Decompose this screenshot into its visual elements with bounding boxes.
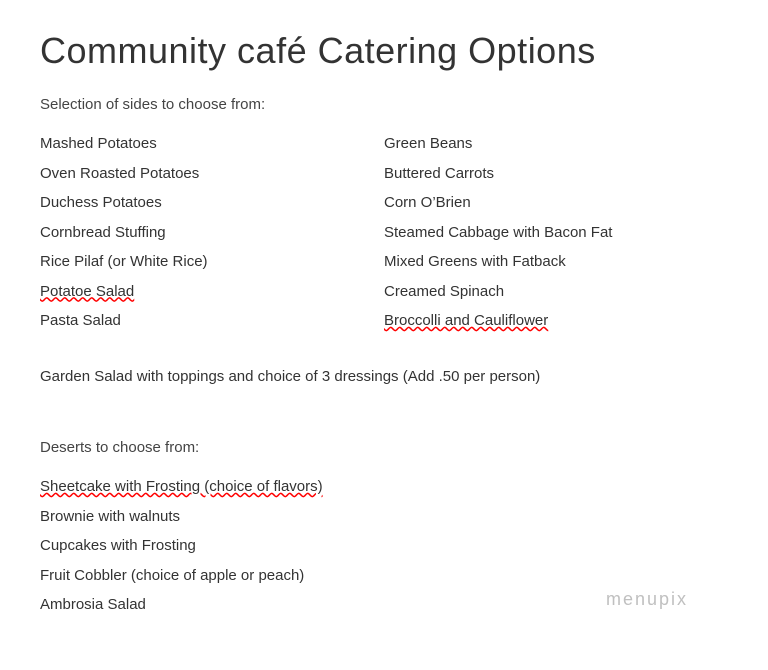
sides-left-item-4: Rice Pilaf (or White Rice) bbox=[40, 249, 384, 275]
page-container: Community café Catering Options Selectio… bbox=[0, 0, 768, 670]
sides-left-item-2: Duchess Potatoes bbox=[40, 190, 384, 216]
dessert-item-2: Cupcakes with Frosting bbox=[40, 533, 728, 559]
sides-left-item-0: Mashed Potatoes bbox=[40, 131, 384, 157]
sides-left-item-5: Potatoe Salad bbox=[40, 279, 384, 305]
dessert-item-3: Fruit Cobbler (choice of apple or peach) bbox=[40, 563, 728, 589]
page-title: Community café Catering Options bbox=[40, 30, 728, 72]
menupix-watermark: menupix bbox=[606, 589, 688, 610]
sides-right-item-0: Green Beans bbox=[384, 131, 728, 157]
sides-left-column: Mashed Potatoes Oven Roasted Potatoes Duch… bbox=[40, 131, 384, 334]
sides-right-item-6: Broccolli and Cauliflower bbox=[384, 308, 728, 334]
garden-salad-item: Garden Salad with toppings and choice of… bbox=[40, 364, 728, 390]
sides-left-item-3: Cornbread Stuffing bbox=[40, 220, 384, 246]
sides-right-column: Green Beans Buttered Carrots Corn O’Brien S… bbox=[384, 131, 728, 334]
sides-grid: Mashed Potatoes Oven Roasted Potatoes Duch… bbox=[40, 131, 728, 334]
sides-right-item-1: Buttered Carrots bbox=[384, 161, 728, 187]
sides-right-item-2: Corn O’Brien bbox=[384, 190, 728, 216]
dessert-item-0: Sheetcake with Frosting (choice of flavo… bbox=[40, 474, 728, 500]
sides-right-item-4: Mixed Greens with Fatback bbox=[384, 249, 728, 275]
sides-right-item-3: Steamed Cabbage with Bacon Fat bbox=[384, 220, 728, 246]
dessert-item-1: Brownie with walnuts bbox=[40, 504, 728, 530]
desserts-section-label: Deserts to choose from: bbox=[40, 439, 728, 456]
sides-right-item-5: Creamed Spinach bbox=[384, 279, 728, 305]
sides-section-label: Selection of sides to choose from: bbox=[40, 96, 728, 113]
sides-left-item-6: Pasta Salad bbox=[40, 308, 384, 334]
sides-left-item-1: Oven Roasted Potatoes bbox=[40, 161, 384, 187]
